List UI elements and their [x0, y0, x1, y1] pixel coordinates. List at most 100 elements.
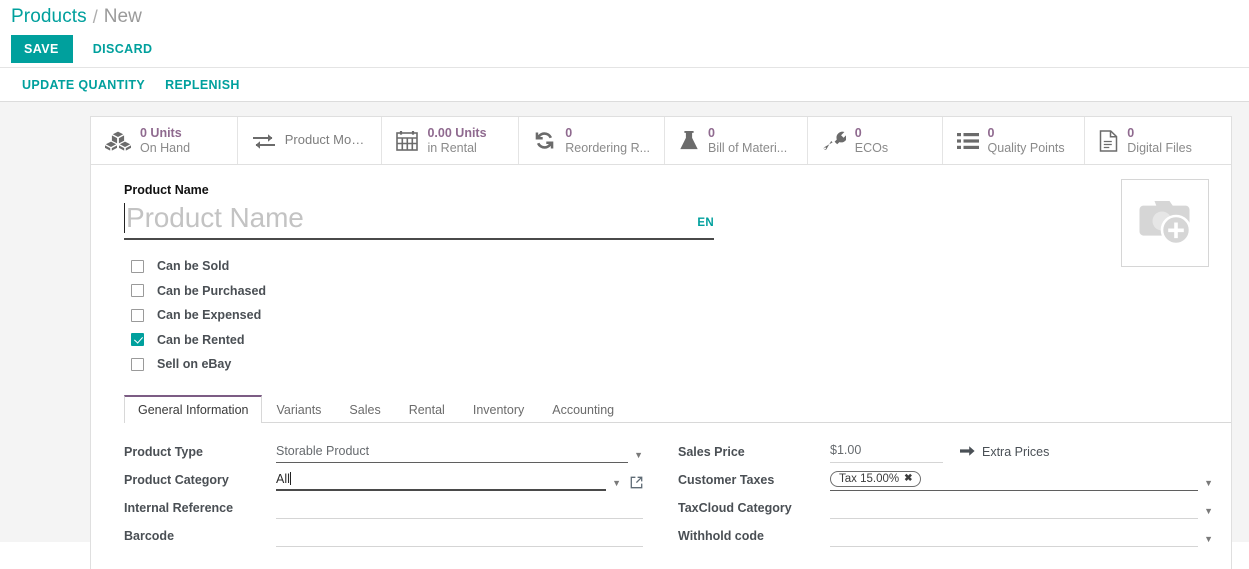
product-name-field[interactable]: Product Name EN	[124, 201, 714, 240]
stat-product-moves[interactable]: Product Moves	[238, 117, 383, 164]
stat-reordering-label: Reordering R...	[565, 140, 650, 155]
camera-plus-icon	[1134, 195, 1196, 252]
tax-tag[interactable]: Tax 15.00% ✖	[830, 470, 921, 487]
command-bar: SAVE DISCARD	[0, 30, 1249, 67]
product-image-upload[interactable]	[1121, 179, 1209, 267]
stat-ecos-label: ECOs	[854, 140, 889, 155]
product-category-label: Product Category	[124, 472, 229, 487]
tab-variants[interactable]: Variants	[262, 395, 335, 423]
checkbox-can-be-rented-label: Can be Rented	[157, 332, 245, 347]
chevron-down-icon[interactable]: ▼	[634, 450, 643, 463]
field-product-category: Product Category All ▼	[124, 463, 643, 491]
tab-sales[interactable]: Sales	[335, 395, 394, 423]
language-tag-en[interactable]: EN	[697, 217, 714, 229]
stat-quality-points[interactable]: 0 Quality Points	[943, 117, 1086, 164]
checkbox-sell-on-ebay-label: Sell on eBay	[157, 357, 232, 372]
chevron-down-icon[interactable]: ▼	[1204, 506, 1213, 519]
stat-on-hand-value: 0 Units	[140, 126, 182, 141]
breadcrumb-separator: /	[92, 6, 98, 27]
product-header-section: Product Name Product Name EN Can be Sold…	[91, 165, 1231, 377]
form-sheet: 0 Units On Hand Product Moves 0.00 Units…	[90, 116, 1232, 569]
product-flags-checkbox-list: Can be Sold Can be Purchased Can be Expe…	[124, 254, 1209, 377]
product-type-value: Storable Product	[276, 443, 370, 458]
checkbox-can-be-rented[interactable]: Can be Rented	[124, 328, 1209, 353]
extra-prices-link[interactable]: Extra Prices	[960, 445, 1049, 463]
stat-bill-of-materials[interactable]: 0 Bill of Materi...	[665, 117, 808, 164]
tab-general-information[interactable]: General Information	[124, 394, 263, 423]
sales-price-input[interactable]: $1.00	[830, 441, 943, 463]
replenish-button[interactable]: REPLENISH	[163, 74, 242, 96]
checkbox-can-be-sold[interactable]: Can be Sold	[124, 254, 1209, 279]
chevron-down-icon[interactable]: ▼	[1204, 478, 1213, 491]
checkbox-can-be-expensed-label: Can be Expensed	[157, 308, 262, 323]
text-caret	[124, 203, 125, 233]
internal-reference-input[interactable]	[276, 499, 643, 519]
checkbox-can-be-sold-box[interactable]	[131, 259, 144, 273]
update-quantity-button[interactable]: UPDATE QUANTITY	[20, 74, 147, 96]
stat-in-rental-label: in Rental	[427, 140, 477, 155]
chevron-down-icon[interactable]: ▼	[1204, 534, 1213, 547]
remove-tag-icon[interactable]: ✖	[904, 473, 912, 484]
field-customer-taxes: Customer Taxes Tax 15.00% ✖ ▼	[678, 463, 1213, 491]
external-link-icon[interactable]	[630, 476, 643, 491]
wrench-icon	[822, 130, 846, 151]
breadcrumb-current: New	[103, 6, 142, 27]
product-name-label: Product Name	[124, 183, 209, 197]
customer-taxes-input[interactable]: Tax 15.00% ✖	[830, 470, 1199, 491]
barcode-label: Barcode	[124, 528, 175, 543]
stat-product-moves-label: Product Moves	[284, 133, 368, 148]
checkbox-can-be-purchased-label: Can be Purchased	[157, 283, 267, 298]
tab-inventory[interactable]: Inventory	[459, 395, 538, 423]
tab-rental[interactable]: Rental	[395, 395, 459, 423]
stat-ecos[interactable]: 0 ECOs	[808, 117, 943, 164]
stat-digital-value: 0	[1127, 126, 1135, 141]
boxes-icon	[105, 131, 131, 151]
withhold-code-input[interactable]	[830, 527, 1199, 547]
product-type-input[interactable]: Storable Product	[276, 443, 629, 463]
breadcrumb-products-link[interactable]: Products	[11, 6, 87, 28]
stat-digital-label: Digital Files	[1127, 140, 1192, 155]
internal-reference-label: Internal Reference	[124, 500, 234, 515]
checkbox-sell-on-ebay-box[interactable]	[131, 357, 144, 371]
action-button-bar: UPDATE QUANTITY REPLENISH	[0, 67, 1249, 102]
exchange-icon	[252, 132, 276, 150]
chevron-down-icon[interactable]: ▼	[612, 478, 621, 491]
sales-price-value: $1.00	[830, 442, 862, 457]
stat-on-hand-label: On Hand	[140, 140, 191, 155]
stat-in-rental[interactable]: 0.00 Units in Rental	[382, 117, 520, 164]
notebook-tabs: General Information Variants Sales Renta…	[124, 394, 1231, 423]
taxcloud-category-input[interactable]	[830, 499, 1199, 519]
checkbox-can-be-rented-box[interactable]	[131, 333, 144, 347]
field-internal-reference: Internal Reference	[124, 491, 643, 519]
field-taxcloud-category: TaxCloud Category ▼	[678, 491, 1213, 519]
breadcrumb: Products / New	[0, 0, 1249, 30]
extra-prices-label: Extra Prices	[982, 445, 1050, 459]
taxcloud-category-label: TaxCloud Category	[678, 500, 792, 515]
stat-bom-label: Bill of Materi...	[708, 140, 788, 155]
general-information-panel: Product Type Storable Product ▼ Product …	[91, 423, 1231, 547]
sales-price-label: Sales Price	[678, 444, 745, 459]
text-caret-category	[289, 472, 291, 485]
checkbox-can-be-expensed-box[interactable]	[131, 308, 144, 322]
stat-in-rental-value: 0.00 Units	[427, 126, 487, 141]
stat-quality-label: Quality Points	[987, 140, 1065, 155]
stat-bom-value: 0	[708, 126, 715, 141]
checkbox-sell-on-ebay[interactable]: Sell on eBay	[124, 352, 1209, 377]
save-button[interactable]: SAVE	[11, 34, 73, 63]
list-icon	[956, 132, 979, 150]
checkbox-can-be-purchased[interactable]: Can be Purchased	[124, 279, 1209, 304]
checkbox-can-be-purchased-box[interactable]	[131, 284, 144, 298]
stat-ecos-value: 0	[854, 126, 862, 141]
tab-accounting[interactable]: Accounting	[538, 395, 628, 423]
barcode-input[interactable]	[276, 527, 643, 547]
product-category-input[interactable]: All	[276, 471, 607, 491]
file-icon	[1099, 129, 1118, 152]
discard-button[interactable]: DISCARD	[83, 35, 163, 63]
stat-digital-files[interactable]: 0 Digital Files	[1085, 117, 1231, 164]
stat-reordering-rules[interactable]: 0 Reordering R...	[519, 117, 665, 164]
product-category-value: All	[276, 471, 290, 486]
stat-on-hand[interactable]: 0 Units On Hand	[91, 117, 238, 164]
checkbox-can-be-expensed[interactable]: Can be Expensed	[124, 303, 1209, 328]
stat-reordering-value: 0	[565, 126, 573, 141]
checkbox-can-be-sold-label: Can be Sold	[157, 259, 230, 274]
